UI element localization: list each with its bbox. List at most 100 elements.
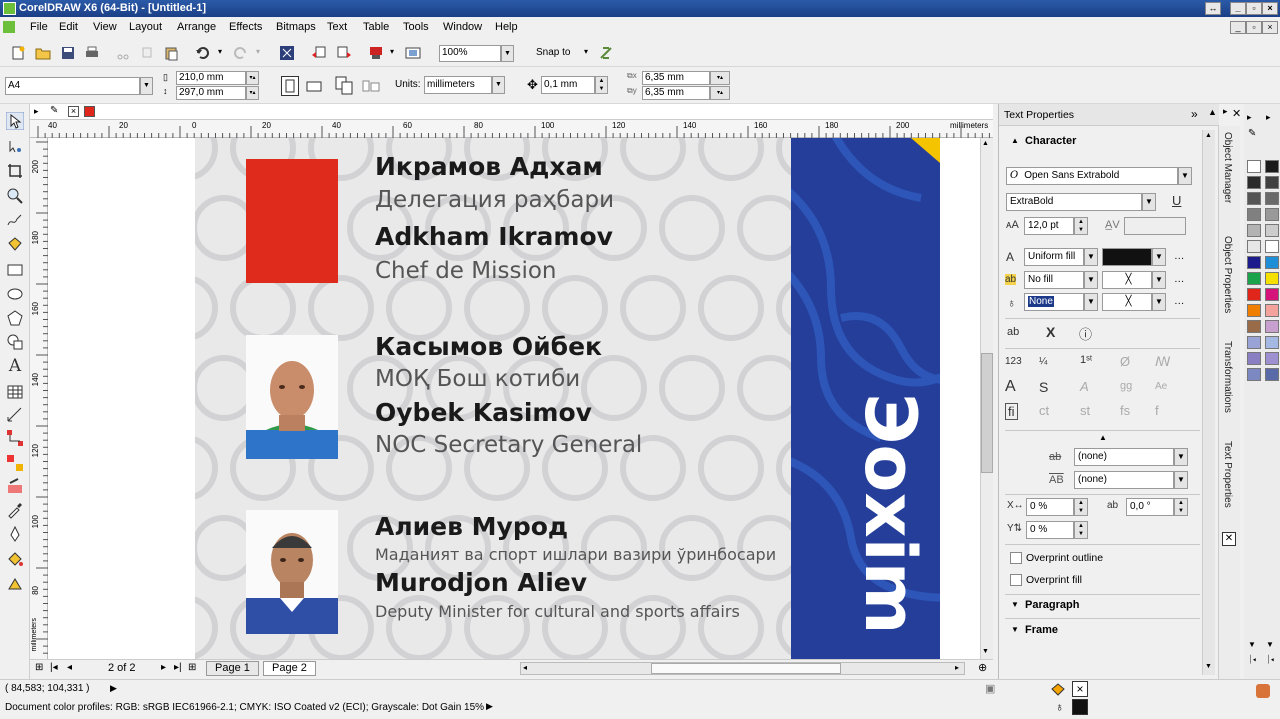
print-icon[interactable]: [84, 45, 100, 61]
page-size-select[interactable]: A4: [5, 77, 140, 95]
cut-icon[interactable]: [115, 45, 131, 61]
save-icon[interactable]: [60, 45, 76, 61]
first-page-icon[interactable]: |◂: [50, 662, 58, 673]
redo-dropdown-icon[interactable]: ▾: [256, 47, 260, 56]
doc-minimize-button[interactable]: _: [1230, 21, 1246, 34]
swash-icon[interactable]: ꟿ: [1155, 354, 1171, 370]
menu-view[interactable]: View: [93, 21, 117, 33]
font-size-field[interactable]: 12,0 pt: [1024, 217, 1074, 235]
ct-ligature-icon[interactable]: ct: [1039, 403, 1049, 418]
rectangle-tool-icon[interactable]: [6, 261, 24, 279]
outline-color-swatch[interactable]: [1072, 699, 1088, 715]
frame-section-header[interactable]: Frame: [1025, 624, 1058, 636]
palette-expand-right[interactable]: ⏐◂: [1266, 655, 1274, 665]
menu-bitmaps[interactable]: Bitmaps: [276, 21, 316, 33]
dimension-tool-icon[interactable]: [6, 406, 24, 424]
launcher-dropdown-icon[interactable]: ▾: [390, 47, 394, 56]
menu-help[interactable]: Help: [495, 21, 518, 33]
zoom-dropdown-button[interactable]: ▼: [501, 45, 514, 62]
nudge-spinner[interactable]: ▲ ▼: [595, 76, 608, 94]
palette-swatch[interactable]: [1265, 320, 1279, 333]
no-color-swatch[interactable]: ×: [68, 106, 79, 117]
palette-swatch[interactable]: [1265, 192, 1279, 205]
photo-placeholder-red[interactable]: [246, 159, 338, 283]
menu-tools[interactable]: Tools: [403, 21, 429, 33]
palette-swatch[interactable]: [1247, 304, 1261, 317]
color-proof-icon[interactable]: ▣: [985, 682, 995, 695]
zoom-tool-icon[interactable]: [6, 187, 24, 205]
palette-expand-left[interactable]: ⏐◂: [1248, 655, 1256, 665]
strikethrough-field[interactable]: (none): [1074, 448, 1174, 466]
page-height-field[interactable]: 297,0 mm: [176, 86, 246, 100]
paste-icon[interactable]: [163, 45, 179, 61]
vertical-scrollbar[interactable]: ▲ ▼: [980, 138, 993, 659]
duplicate-y-field[interactable]: 6,35 mm: [642, 86, 710, 100]
numerals-icon[interactable]: 123: [1005, 356, 1022, 367]
outline-color-swatch[interactable]: ╳: [1102, 293, 1152, 311]
person-name-local[interactable]: Касымов Ойбек: [375, 332, 602, 361]
st-ligature-icon[interactable]: st: [1080, 403, 1090, 418]
palette-swatch[interactable]: [1247, 336, 1261, 349]
vertical-shift-field[interactable]: 0 %: [1026, 521, 1074, 539]
overline-field[interactable]: (none): [1074, 471, 1174, 489]
palette-swatch[interactable]: [1247, 208, 1261, 221]
snap-to-dropdown-icon[interactable]: ▾: [584, 47, 588, 56]
redo-icon[interactable]: [232, 45, 248, 61]
palette-swatch[interactable]: [1247, 256, 1261, 269]
doc-close-button[interactable]: ×: [1262, 21, 1278, 34]
tab-page-1[interactable]: Page 1: [206, 661, 259, 676]
fill-color-swatch[interactable]: [1102, 248, 1152, 266]
person-role-english[interactable]: Chef de Mission: [375, 258, 557, 284]
portrait-photo[interactable]: [246, 510, 338, 634]
tab-object-properties[interactable]: Object Properties: [1222, 236, 1233, 313]
interactive-fill-tool-icon[interactable]: [6, 574, 24, 592]
document-color-swatch[interactable]: [84, 106, 95, 117]
duplicate-x-field[interactable]: 6,35 mm: [642, 71, 710, 85]
minimize-button[interactable]: _: [1230, 2, 1246, 15]
f-swash-icon[interactable]: f: [1155, 403, 1159, 418]
person-name-local[interactable]: Алиев Мурод: [375, 512, 568, 541]
bg-settings-icon[interactable]: …: [1174, 273, 1185, 285]
decorative-blue-band[interactable]: Эоxim: [791, 138, 940, 659]
side-brand-text[interactable]: Эоxim: [849, 393, 931, 635]
add-page-after-icon[interactable]: ⊞: [188, 662, 196, 673]
export-icon[interactable]: [336, 45, 352, 61]
page-width-field[interactable]: 210,0 mm: [176, 71, 246, 85]
page-height-spinner[interactable]: ▾▴: [246, 86, 259, 100]
eyedropper-tool-icon[interactable]: [6, 501, 24, 519]
fs-ligature-icon[interactable]: fs: [1120, 403, 1130, 418]
font-list-dropdown[interactable]: ▼: [1178, 167, 1192, 185]
scroll-left-arrow[interactable]: ◂: [523, 663, 527, 672]
close-button[interactable]: ×: [1262, 2, 1278, 15]
vertical-shift-spinner[interactable]: ▲ ▼: [1074, 521, 1088, 539]
palette-swatch[interactable]: [1265, 336, 1279, 349]
options-icon[interactable]: [598, 45, 614, 61]
drawing-canvas[interactable]: Икрамов Адхам Делегация раҳбари Adkham I…: [48, 138, 980, 659]
document-page[interactable]: Икрамов Адхам Делегация раҳбари Adkham I…: [195, 138, 940, 659]
last-page-icon[interactable]: ▸|: [174, 662, 182, 673]
eyedropper-icon[interactable]: ✎: [50, 105, 58, 116]
palette-swatch[interactable]: [1265, 176, 1279, 189]
info-icon[interactable]: ⓘ: [1079, 324, 1092, 343]
portrait-photo[interactable]: [246, 335, 338, 459]
publish-pdf-icon[interactable]: [368, 45, 384, 61]
crop-tool-icon[interactable]: [6, 162, 24, 180]
transparency-tool-icon[interactable]: [6, 477, 24, 495]
palette-swatch[interactable]: [1265, 272, 1279, 285]
tab-text-properties[interactable]: Text Properties: [1222, 441, 1233, 508]
menu-text[interactable]: Text: [327, 21, 347, 33]
kerning-percent-field[interactable]: 0 %: [1026, 498, 1074, 516]
fill-type-dropdown[interactable]: ▼: [1084, 248, 1098, 266]
overprint-fill-checkbox[interactable]: [1010, 574, 1022, 586]
next-page-icon[interactable]: ▸: [161, 662, 166, 673]
menu-file[interactable]: File: [30, 21, 48, 33]
frame-expand-icon[interactable]: ▼: [1011, 625, 1019, 634]
duplicate-x-spinner[interactable]: ▾▴: [710, 71, 730, 85]
kerning-field[interactable]: [1124, 217, 1186, 235]
restore-layout-button[interactable]: ↔: [1205, 2, 1221, 15]
profiles-expand-icon[interactable]: ▶: [486, 701, 493, 712]
palette-swatch[interactable]: [1247, 224, 1261, 237]
person-role-english[interactable]: Deputy Minister for cultural and sports …: [375, 602, 740, 621]
palette-swatch[interactable]: [1265, 256, 1279, 269]
copy-icon[interactable]: [140, 45, 156, 61]
